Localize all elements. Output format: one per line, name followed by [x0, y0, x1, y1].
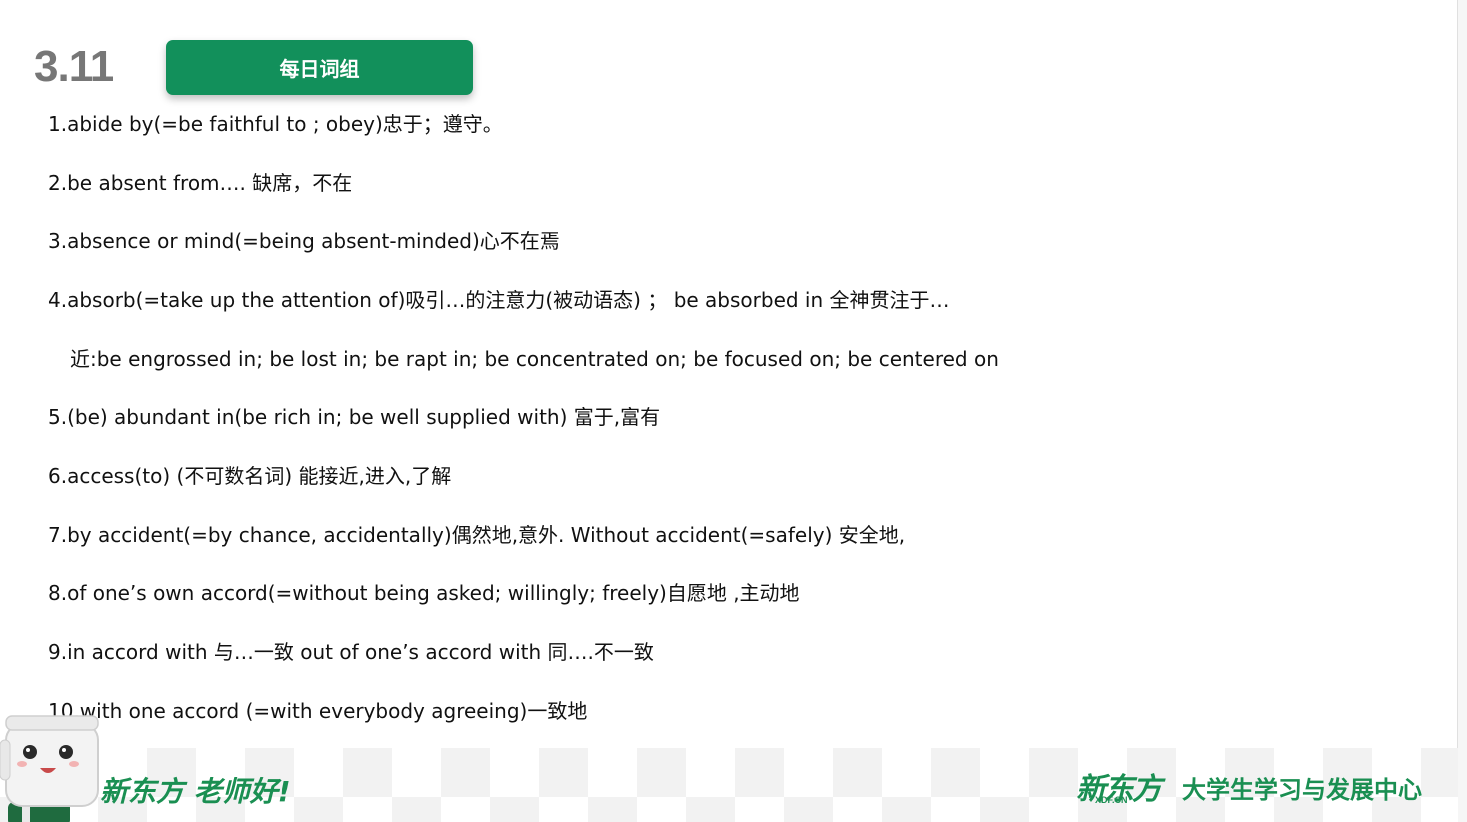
slogan-text: 新东方 老师好!	[100, 775, 291, 808]
phrase-item-6: 6.access(to) (不可数名词) 能接近,进入,了解	[48, 463, 452, 488]
phrase-item-4-synonyms: 近:be engrossed in; be lost in; be rapt i…	[70, 346, 999, 371]
mascot-icon	[0, 715, 99, 822]
phrase-item-2: 2.be absent from…. 缺席，不在	[48, 170, 353, 195]
xdf-logo-subtext: XDF.CN	[1095, 795, 1128, 805]
phrase-item-4: 4.absorb(=take up the attention of)吸引…的注…	[48, 287, 950, 312]
phrase-item-7: 7.by accident(=by chance, accidentally)偶…	[48, 522, 906, 547]
phrase-item-1: 1.abide by(=be faithful to ; obey)忠于；遵守。	[48, 111, 503, 136]
date-label: 3.11	[34, 42, 114, 91]
title-banner: 每日词组	[166, 40, 473, 95]
phrase-item-9: 9.in accord with 与…一致 out of one’s accor…	[48, 640, 654, 665]
phrase-item-5: 5.(be) abundant in(be rich in; be well s…	[48, 405, 661, 430]
phrase-item-3: 3.absence or mind(=being absent-minded)心…	[48, 229, 560, 254]
slide-right-edge	[1457, 0, 1467, 822]
phrase-item-8: 8.of one’s own accord(=without being ask…	[48, 581, 800, 606]
phrase-list: 1.abide by(=be faithful to ; obey)忠于；遵守。…	[48, 93, 1048, 739]
center-name: 大学生学习与发展中心	[1182, 776, 1422, 804]
phrase-item-10: 10.with one accord (=with everybody agre…	[48, 698, 588, 723]
